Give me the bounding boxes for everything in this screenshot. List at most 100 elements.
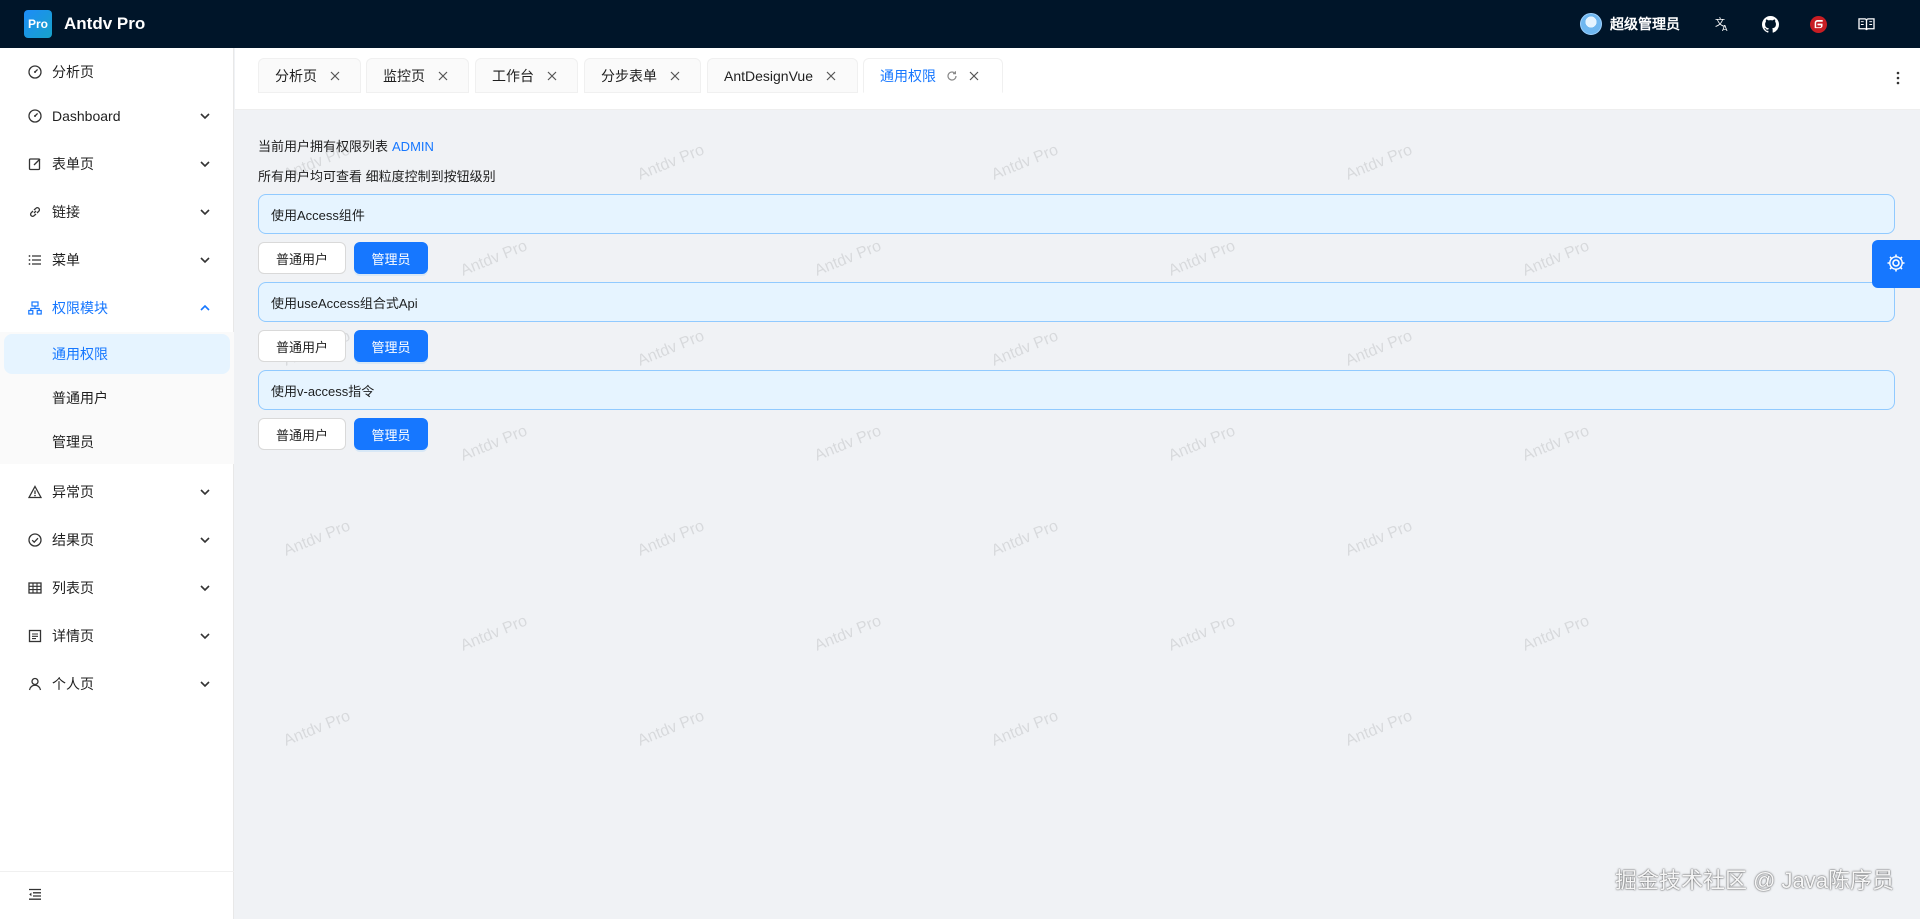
gitee-icon[interactable] xyxy=(1794,0,1842,48)
tab-label: 工作台 xyxy=(492,67,534,84)
section-title-use-access-api: 使用useAccess组合式Api xyxy=(258,282,1895,322)
logo[interactable]: Pro Antdv Pro xyxy=(0,0,145,48)
main-content: Antdv Pro Antdv Pro Antdv Pro Antdv Pro Antd… xyxy=(235,110,1920,919)
sidebar-item-dashboard[interactable]: Dashboard xyxy=(0,96,234,136)
menu-icon xyxy=(28,253,42,267)
tab-label: 通用权限 xyxy=(880,67,936,84)
sidebar-item-exception[interactable]: 异常页 xyxy=(0,472,234,512)
sidebar-item-label: 权限模块 xyxy=(52,300,108,316)
tab-general-permission[interactable]: 通用权限 xyxy=(863,58,1003,93)
sidebar-item-permission[interactable]: 权限模块 xyxy=(0,288,234,328)
close-icon[interactable] xyxy=(546,70,558,82)
logo-icon: Pro xyxy=(24,10,52,38)
admin-button[interactable]: 管理员 xyxy=(354,330,428,362)
sidebar-item-account[interactable]: 个人页 xyxy=(0,664,234,704)
watermark-text: Antdv Pro xyxy=(1343,517,1415,560)
watermark-text: Antdv Pro xyxy=(458,237,530,280)
sidebar-item-label: 分析页 xyxy=(52,64,94,80)
admin-button[interactable]: 管理员 xyxy=(354,418,428,450)
user-name: 超级管理员 xyxy=(1610,16,1680,32)
sidebar-item-profile[interactable]: 详情页 xyxy=(0,616,234,656)
dashboard-icon xyxy=(28,109,42,123)
current-roles-line: 当前用户拥有权限列表 ADMIN xyxy=(258,136,434,155)
chevron-down-icon xyxy=(198,109,212,123)
tab-monitor[interactable]: 监控页 xyxy=(366,58,469,93)
translate-icon[interactable]: 文A xyxy=(1698,0,1746,48)
watermark-text: Antdv Pro xyxy=(458,422,530,465)
user-dropdown[interactable]: 超级管理员 xyxy=(1580,13,1680,35)
header-actions: 超级管理员 文A xyxy=(1580,0,1920,48)
book-icon[interactable] xyxy=(1842,0,1890,48)
sidebar: 分析页 Dashboard 表单页 链接 菜单 权限模块 通用权限 普通用户 管… xyxy=(0,48,234,919)
avatar xyxy=(1580,13,1602,35)
close-icon[interactable] xyxy=(329,70,341,82)
chevron-down-icon xyxy=(198,629,212,643)
sidebar-item-link[interactable]: 链接 xyxy=(0,192,234,232)
tab-step-form[interactable]: 分步表单 xyxy=(584,58,701,93)
sidebar-item-menu[interactable]: 菜单 xyxy=(0,240,234,280)
sidebar-item-admin[interactable]: 管理员 xyxy=(4,422,230,462)
current-role-value: ADMIN xyxy=(392,139,434,154)
tab-antdesignvue[interactable]: AntDesignVue xyxy=(707,58,858,93)
table-icon xyxy=(28,581,42,595)
collapse-sidebar-button[interactable] xyxy=(0,871,234,919)
github-icon[interactable] xyxy=(1746,0,1794,48)
close-icon[interactable] xyxy=(437,70,449,82)
chevron-down-icon xyxy=(198,485,212,499)
chevron-down-icon xyxy=(198,253,212,267)
sidebar-item-label: 链接 xyxy=(52,204,80,220)
settings-drawer-button[interactable] xyxy=(1872,240,1920,288)
more-vertical-icon[interactable] xyxy=(1890,66,1906,90)
watermark-text: Antdv Pro xyxy=(458,612,530,655)
watermark-text: Antdv Pro xyxy=(635,707,707,750)
watermark-text: Antdv Pro xyxy=(1166,237,1238,280)
sidebar-item-form[interactable]: 表单页 xyxy=(0,144,234,184)
tab-bar: 分析页 监控页 工作台 分步表单 AntDesignVue 通用权限 xyxy=(235,48,1920,110)
watermark-text: Antdv Pro xyxy=(989,327,1061,370)
watermark-text: Antdv Pro xyxy=(989,707,1061,750)
sidebar-item-general-permission[interactable]: 通用权限 xyxy=(4,334,230,374)
sidebar-item-label: 列表页 xyxy=(52,580,94,596)
watermark-text: Antdv Pro xyxy=(281,707,353,750)
submenu-permission: 通用权限 普通用户 管理员 xyxy=(0,332,234,464)
watermark-text: Antdv Pro xyxy=(635,141,707,184)
sidebar-item-normal-user[interactable]: 普通用户 xyxy=(4,378,230,418)
normal-user-button[interactable]: 普通用户 xyxy=(258,418,346,450)
watermark-text: Antdv Pro xyxy=(635,517,707,560)
corner-watermark: 掘金技术社区 @ Java陈序员 xyxy=(1614,868,1894,893)
close-icon[interactable] xyxy=(825,70,837,82)
reload-icon[interactable] xyxy=(946,70,958,82)
sidebar-item-label: 详情页 xyxy=(52,628,94,644)
sidebar-item-label: 菜单 xyxy=(52,252,80,268)
watermark-text: Antdv Pro xyxy=(1520,237,1592,280)
close-icon[interactable] xyxy=(968,70,980,82)
watermark-text: Antdv Pro xyxy=(989,141,1061,184)
gear-icon xyxy=(1886,253,1906,276)
menu-fold-icon xyxy=(28,887,42,904)
sidebar-item-label: 个人页 xyxy=(52,676,94,692)
chevron-down-icon xyxy=(198,205,212,219)
section-title-access-component: 使用Access组件 xyxy=(258,194,1895,234)
normal-user-button[interactable]: 普通用户 xyxy=(258,330,346,362)
watermark-text: Antdv Pro xyxy=(1343,707,1415,750)
logo-text: Pro xyxy=(27,17,48,31)
tab-label: 监控页 xyxy=(383,67,425,84)
sidebar-item-list[interactable]: 列表页 xyxy=(0,568,234,608)
link-icon xyxy=(28,205,42,219)
watermark-text: Antdv Pro xyxy=(1166,422,1238,465)
tab-workplace[interactable]: 工作台 xyxy=(475,58,578,93)
watermark-text: Antdv Pro xyxy=(1343,327,1415,370)
normal-user-button[interactable]: 普通用户 xyxy=(258,242,346,274)
tab-label: AntDesignVue xyxy=(724,67,813,84)
tab-label: 分析页 xyxy=(275,67,317,84)
admin-button[interactable]: 管理员 xyxy=(354,242,428,274)
dashboard-icon xyxy=(28,65,42,79)
chevron-down-icon xyxy=(198,677,212,691)
svg-text:A: A xyxy=(1722,24,1728,32)
close-icon[interactable] xyxy=(669,70,681,82)
watermark-text: Antdv Pro xyxy=(989,517,1061,560)
tab-analysis[interactable]: 分析页 xyxy=(258,58,361,93)
sidebar-item-analysis[interactable]: 分析页 xyxy=(0,52,234,92)
sidebar-item-result[interactable]: 结果页 xyxy=(0,520,234,560)
check-circle-icon xyxy=(28,533,42,547)
